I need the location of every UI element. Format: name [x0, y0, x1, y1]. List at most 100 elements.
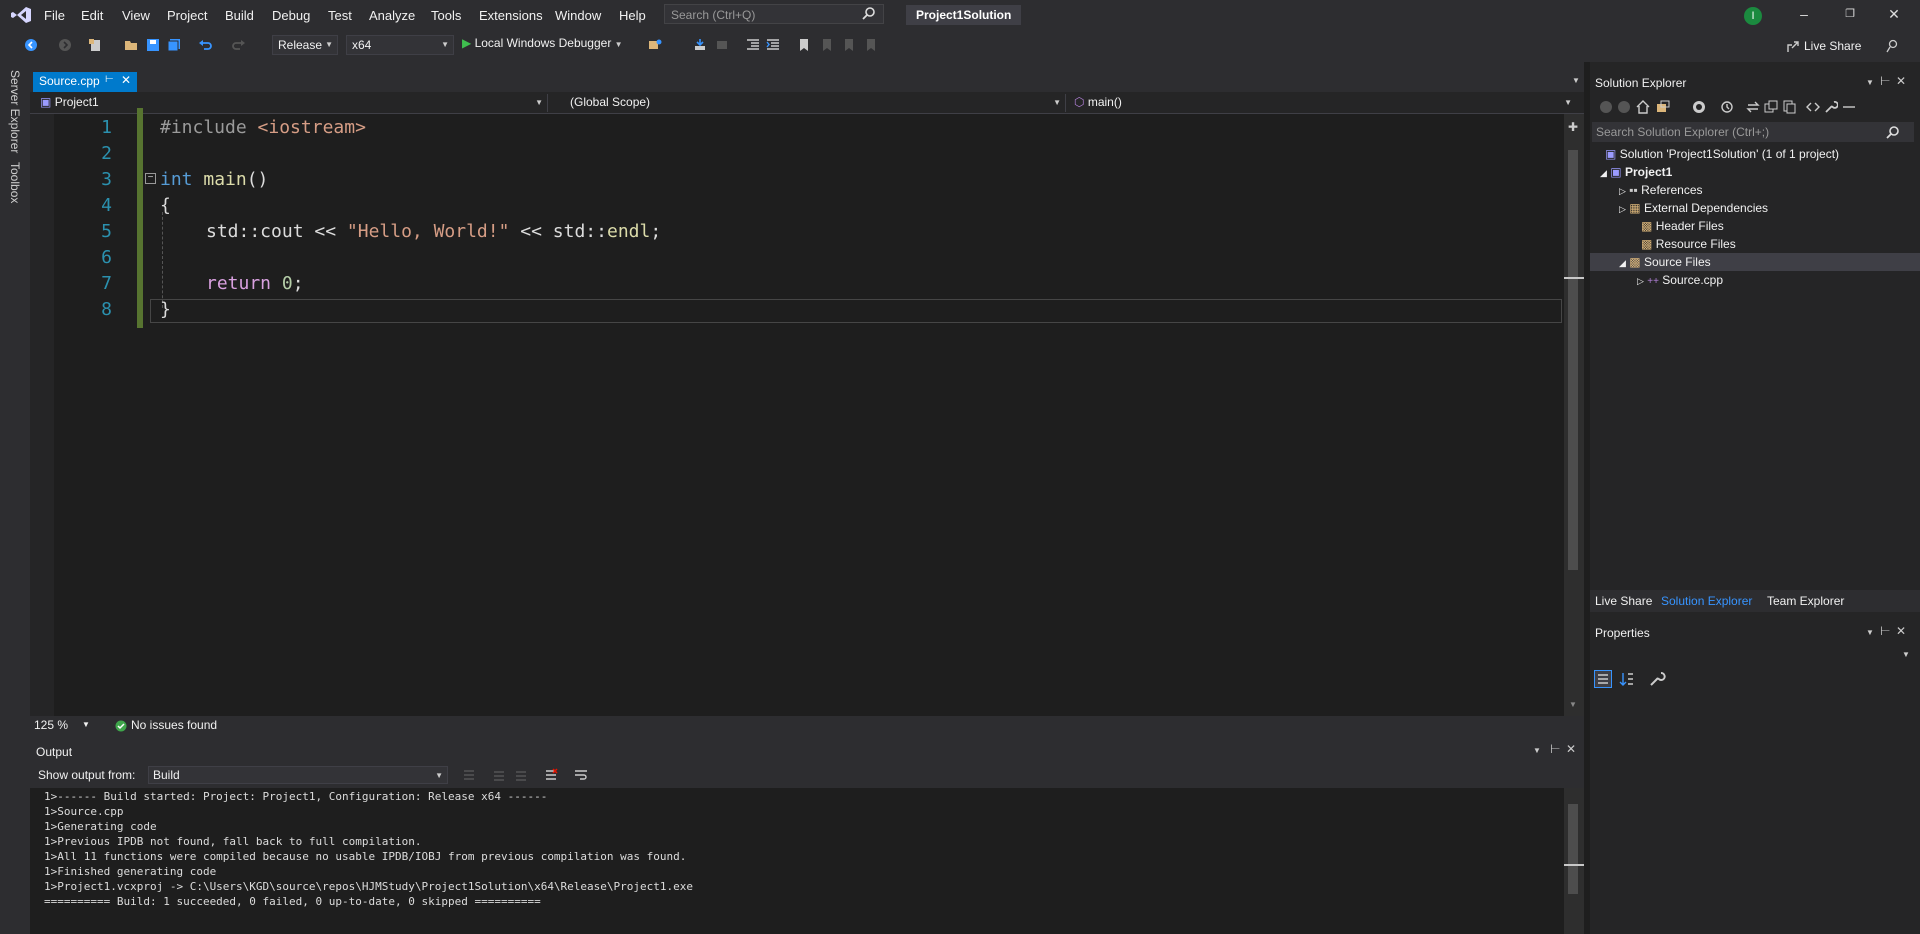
tree-project[interactable]: ◢ ▣ Project1 — [1600, 165, 1672, 179]
clear-bookmarks-icon[interactable] — [864, 38, 878, 52]
back-icon[interactable] — [1599, 100, 1613, 114]
menu-debug[interactable]: Debug — [272, 8, 310, 23]
start-debugging-button[interactable]: ▶ Local Windows Debugger ▼ — [462, 36, 623, 50]
next-bookmark-icon[interactable] — [842, 38, 856, 52]
tree-source-files[interactable]: ◢ ▩ Source Files — [1619, 255, 1711, 269]
tab-team-explorer[interactable]: Team Explorer — [1767, 594, 1844, 608]
platform-select[interactable]: x64 ▼ — [346, 35, 454, 55]
menu-test[interactable]: Test — [328, 8, 352, 23]
live-share-button[interactable]: Live Share — [1804, 39, 1861, 53]
minimize-icon[interactable]: – — [1796, 6, 1812, 22]
tree-source-cpp[interactable]: ▷ ++ Source.cpp — [1637, 273, 1723, 287]
next-message-icon[interactable] — [514, 768, 528, 782]
forward-icon[interactable] — [58, 38, 72, 52]
preview-icon[interactable] — [1842, 100, 1856, 114]
close-panel-icon[interactable]: ✕ — [1566, 742, 1576, 756]
configuration-select[interactable]: Release ▼ — [272, 35, 338, 55]
pin-icon[interactable]: ⊢ — [1880, 74, 1890, 88]
close-tab-icon[interactable]: ✕ — [121, 73, 131, 87]
alphabetical-icon[interactable] — [1618, 670, 1636, 688]
code-editor[interactable] — [54, 114, 1564, 716]
output-scrollbar-thumb[interactable] — [1568, 804, 1578, 894]
outdent-icon[interactable] — [746, 38, 760, 52]
prev-bookmark-icon[interactable] — [820, 38, 834, 52]
pin-icon[interactable]: ⊢ — [1880, 624, 1890, 638]
show-all-files-icon[interactable] — [1782, 100, 1796, 114]
project-nav-dropdown[interactable]: ▣ Project1 ▼ — [34, 94, 548, 112]
categorized-icon[interactable] — [1594, 670, 1612, 688]
forward-icon[interactable] — [1617, 100, 1631, 114]
redo-icon[interactable] — [232, 38, 246, 52]
back-icon[interactable] — [24, 38, 38, 52]
pending-changes-icon[interactable] — [1692, 100, 1706, 114]
feedback-icon[interactable] — [1886, 39, 1900, 53]
save-all-icon[interactable] — [167, 38, 181, 52]
search-input[interactable]: Search (Ctrl+Q) — [664, 4, 884, 24]
avatar[interactable]: I — [1744, 7, 1762, 25]
zoom-select[interactable]: 125 % ▼ — [34, 718, 90, 732]
menu-extensions[interactable]: Extensions — [479, 8, 543, 23]
step-into-icon[interactable] — [693, 38, 707, 52]
tree-resource-files[interactable]: ▩ Resource Files — [1641, 237, 1736, 251]
switch-views-icon[interactable] — [1656, 100, 1670, 114]
tree-references[interactable]: ▷ ▪▪ References — [1619, 183, 1703, 197]
scrollbar-thumb[interactable] — [1568, 150, 1578, 570]
restore-icon[interactable]: ❐ — [1842, 6, 1858, 22]
save-icon[interactable] — [146, 38, 160, 52]
undo-icon[interactable] — [198, 38, 212, 52]
view-code-icon[interactable] — [1806, 100, 1820, 114]
bookmark-icon[interactable] — [797, 38, 811, 52]
member-nav-dropdown[interactable]: ⬡ main() ▼ — [1068, 94, 1576, 112]
chevron-down-icon[interactable]: ▼ — [1533, 746, 1541, 755]
sync-icon[interactable] — [1746, 100, 1760, 114]
close-icon[interactable]: ✕ — [1886, 6, 1902, 22]
pin-icon[interactable]: ⊢ — [1550, 742, 1560, 756]
menu-project[interactable]: Project — [167, 8, 207, 23]
menu-analyze[interactable]: Analyze — [369, 8, 415, 23]
tab-live-share[interactable]: Live Share — [1595, 594, 1652, 608]
toolbox-tab[interactable]: Toolbox — [8, 162, 22, 203]
collapse-icon[interactable]: − — [145, 173, 156, 184]
indent-icon[interactable] — [766, 38, 780, 52]
chevron-down-icon[interactable]: ▼ — [1866, 628, 1874, 637]
split-icon[interactable]: ✚ — [1568, 120, 1578, 134]
tab-list-chevron-down-icon[interactable]: ▼ — [1572, 76, 1580, 85]
scroll-down-icon[interactable]: ▼ — [1569, 700, 1577, 709]
search-icon[interactable] — [862, 6, 876, 20]
history-icon[interactable] — [1720, 100, 1734, 114]
output-source-select[interactable]: Build ▼ — [148, 766, 448, 784]
menu-tools[interactable]: Tools — [431, 8, 461, 23]
scope-nav-dropdown[interactable]: (Global Scope) ▼ — [564, 94, 1066, 112]
search-icon[interactable] — [1886, 125, 1900, 139]
close-panel-icon[interactable]: ✕ — [1896, 624, 1906, 638]
tree-solution[interactable]: ▣ Solution 'Project1Solution' (1 of 1 pr… — [1605, 147, 1839, 161]
prev-message-icon[interactable] — [492, 768, 506, 782]
new-project-icon[interactable] — [88, 38, 102, 52]
chevron-down-icon[interactable]: ▼ — [1866, 78, 1874, 87]
close-panel-icon[interactable]: ✕ — [1896, 74, 1906, 88]
clear-all-icon[interactable] — [544, 768, 558, 782]
word-wrap-icon[interactable] — [574, 768, 588, 782]
menu-file[interactable]: File — [44, 8, 65, 23]
tab-solution-explorer[interactable]: Solution Explorer — [1661, 594, 1752, 608]
property-pages-wrench-icon[interactable] — [1648, 670, 1666, 688]
find-message-icon[interactable] — [462, 768, 476, 782]
tree-external-dependencies[interactable]: ▷ ▦ External Dependencies — [1619, 201, 1768, 215]
properties-wrench-icon[interactable] — [1824, 100, 1838, 114]
home-icon[interactable] — [1636, 100, 1650, 114]
tree-header-files[interactable]: ▩ Header Files — [1641, 219, 1724, 233]
solution-explorer-search[interactable]: Search Solution Explorer (Ctrl+;) — [1592, 122, 1914, 142]
menu-help[interactable]: Help — [619, 8, 646, 23]
process-icon[interactable] — [648, 38, 662, 52]
open-folder-icon[interactable] — [124, 38, 138, 52]
collapse-all-icon[interactable] — [1764, 100, 1778, 114]
menu-view[interactable]: View — [122, 8, 150, 23]
tab-source-cpp[interactable]: Source.cpp ⊢ ✕ — [33, 72, 137, 92]
menu-build[interactable]: Build — [225, 8, 254, 23]
pin-icon[interactable]: ⊢ — [105, 74, 114, 85]
properties-object-select[interactable] — [1592, 643, 1914, 663]
issues-status[interactable]: No issues found — [131, 718, 217, 732]
step-over-icon[interactable] — [715, 38, 729, 52]
menu-edit[interactable]: Edit — [81, 8, 103, 23]
menu-window[interactable]: Window — [555, 8, 601, 23]
